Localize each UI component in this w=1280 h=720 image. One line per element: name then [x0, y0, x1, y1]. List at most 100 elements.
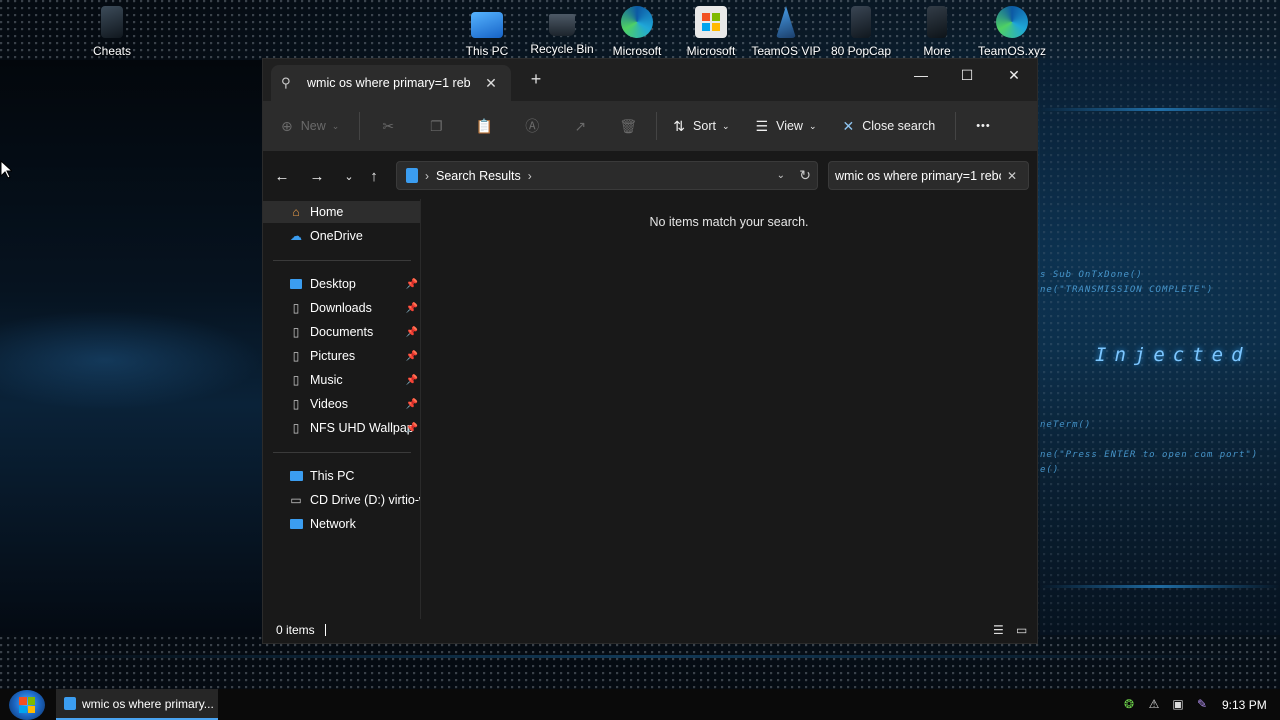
cd-drive-icon: ▭ [290, 493, 302, 507]
onedrive-icon: ☁ [290, 229, 302, 243]
rename-icon: Ⓐ [525, 118, 540, 134]
cut-icon: ✂ [382, 117, 395, 134]
breadcrumb-chevron-icon: › [425, 168, 429, 183]
maximize-button[interactable]: ☐ [944, 59, 990, 91]
network-icon [288, 517, 304, 531]
chevron-down-icon: ⌄ [808, 120, 817, 131]
clear-search-button[interactable]: ✕ [1007, 169, 1017, 183]
close-window-button[interactable]: ✕ [991, 59, 1037, 91]
nav-item-desktop[interactable]: Desktop 📌 [263, 273, 420, 295]
sort-icon: ⇅ [673, 117, 686, 134]
nav-item-this-pc[interactable]: This PC [263, 465, 420, 487]
tab-title: wmic os where primary=1 reb [307, 76, 471, 90]
tab-close-button[interactable]: ✕ [481, 75, 501, 92]
item-count: 0 items [276, 623, 315, 637]
desktop-icon-microsoft-edge[interactable]: Microsoft [599, 4, 675, 60]
back-button[interactable]: ← [269, 163, 295, 189]
new-button[interactable]: ⊕ New ⌄ [275, 110, 345, 142]
minimize-button[interactable]: — [898, 59, 944, 91]
desktop-icon-recycle-bin[interactable]: Recycle Bin [524, 4, 600, 60]
store-icon [695, 6, 727, 38]
home-icon: ⌂ [292, 205, 300, 219]
downloads-icon: ▯ [292, 301, 300, 315]
nav-item-downloads[interactable]: ▯ Downloads 📌 [263, 297, 420, 319]
file-explorer-window: ⚲ wmic os where primary=1 reb ✕ + — ☐ ✕ … [262, 58, 1038, 644]
navigation-pane: ⌂ Home ☁ OneDrive Desktop 📌 ▯ Downloads … [263, 199, 421, 619]
windows-logo-icon [19, 697, 35, 713]
close-search-button[interactable]: ✕ Close search [837, 110, 942, 142]
desktop-icon-cheats[interactable]: Cheats [74, 4, 150, 60]
breadcrumb-search-results[interactable]: Search Results [436, 169, 521, 183]
arrow-left-icon: ← [274, 167, 290, 185]
trash-icon: 🗑 [619, 117, 638, 134]
pin-icon: 📌 [405, 302, 418, 314]
teamos-icon [776, 6, 796, 38]
desktop-icon-teamos-vip[interactable]: TeamOS VIP [748, 4, 824, 60]
desktop-icon-popcap[interactable]: 80 PopCap [823, 4, 899, 60]
mouse-cursor-icon [0, 160, 12, 179]
status-divider [324, 624, 326, 636]
new-tab-button[interactable]: + [525, 69, 547, 90]
edge-icon [621, 6, 653, 38]
start-button[interactable] [9, 690, 45, 720]
desktop-icon-this-pc[interactable]: This PC [449, 4, 525, 60]
clock[interactable]: 9:13 PM [1222, 698, 1267, 712]
up-button[interactable]: ↑ [361, 163, 387, 189]
edge-icon [996, 6, 1028, 38]
tray-app-icon[interactable]: ❂ [1121, 697, 1137, 713]
view-button[interactable]: ☰ View ⌄ [750, 110, 823, 142]
pin-icon: 📌 [405, 422, 418, 434]
search-box[interactable]: ✕ [828, 161, 1029, 190]
pin-icon: 📌 [405, 350, 418, 362]
nav-item-documents[interactable]: ▯ Documents 📌 [263, 321, 420, 343]
nav-item-pictures[interactable]: ▯ Pictures 📌 [263, 345, 420, 367]
nav-item-nfs-uhd-wallpapers[interactable]: ▯ NFS UHD Wallpap 📌 [263, 417, 420, 439]
delete-button[interactable]: 🗑 [604, 110, 652, 142]
rename-button[interactable]: Ⓐ [508, 110, 556, 142]
videos-icon: ▯ [292, 397, 300, 411]
status-bar: 0 items ☰ ▭ [263, 617, 1037, 643]
close-icon: ✕ [842, 117, 855, 134]
forward-button[interactable]: → [304, 163, 330, 189]
copy-button[interactable]: ❐ [412, 110, 460, 142]
command-bar: ⊕ New ⌄ ✂ ❐ 📋 Ⓐ ↗ 🗑 ⇅ Sort ⌄ ☰ View ⌄ ✕ … [263, 101, 1037, 151]
nav-item-cd-drive[interactable]: ▭ CD Drive (D:) virtio-w [263, 489, 420, 511]
view-icon: ☰ [755, 117, 769, 134]
details-view-icon[interactable]: ☰ [993, 623, 1004, 637]
recent-locations-button[interactable]: ⌄ [336, 163, 362, 189]
refresh-icon[interactable]: ↻ [799, 167, 811, 184]
recycle-bin-icon [549, 14, 575, 36]
paste-button[interactable]: 📋 [460, 110, 508, 142]
pin-icon: 📌 [405, 326, 418, 338]
nav-item-music[interactable]: ▯ Music 📌 [263, 369, 420, 391]
title-bar[interactable]: ⚲ wmic os where primary=1 reb ✕ + — ☐ ✕ [263, 59, 1037, 101]
nav-item-videos[interactable]: ▯ Videos 📌 [263, 393, 420, 415]
taskbar-app-file-explorer[interactable]: wmic os where primary... [56, 689, 218, 720]
nav-item-network[interactable]: Network [263, 513, 420, 535]
wallpaper-stripe [1040, 108, 1280, 111]
address-bar[interactable]: › Search Results › ⌄ ↻ [396, 161, 818, 190]
share-button[interactable]: ↗ [556, 110, 604, 142]
explorer-body: ⌂ Home ☁ OneDrive Desktop 📌 ▯ Downloads … [263, 199, 1037, 619]
wallpaper-code: neTerm() [1040, 420, 1092, 430]
breadcrumb-chevron-icon[interactable]: › [528, 169, 532, 183]
chevron-down-icon: ⌄ [344, 170, 354, 183]
desktop-icon-microsoft-store[interactable]: Microsoft [673, 4, 749, 60]
desktop-icon-teamos-xyz[interactable]: TeamOS.xyz [974, 4, 1050, 60]
nav-item-home[interactable]: ⌂ Home [263, 201, 420, 223]
more-options-button[interactable]: ••• [970, 110, 997, 142]
action-center-icon[interactable]: ▣ [1170, 697, 1186, 713]
folder-icon [927, 6, 947, 38]
tiles-view-icon[interactable]: ▭ [1016, 623, 1027, 637]
nav-item-onedrive[interactable]: ☁ OneDrive [263, 225, 420, 247]
explorer-tab[interactable]: ⚲ wmic os where primary=1 reb ✕ [271, 65, 511, 101]
network-status-icon[interactable]: ⚠ [1146, 697, 1162, 713]
sort-button[interactable]: ⇅ Sort ⌄ [667, 110, 735, 142]
desktop-icon [288, 277, 304, 291]
search-input[interactable] [835, 168, 1001, 183]
cut-button[interactable]: ✂ [364, 110, 412, 142]
toolbar-divider [656, 112, 658, 140]
desktop-icon-more[interactable]: More [899, 4, 975, 60]
pen-icon[interactable]: ✎ [1194, 697, 1210, 713]
address-dropdown-icon[interactable]: ⌄ [777, 170, 785, 181]
